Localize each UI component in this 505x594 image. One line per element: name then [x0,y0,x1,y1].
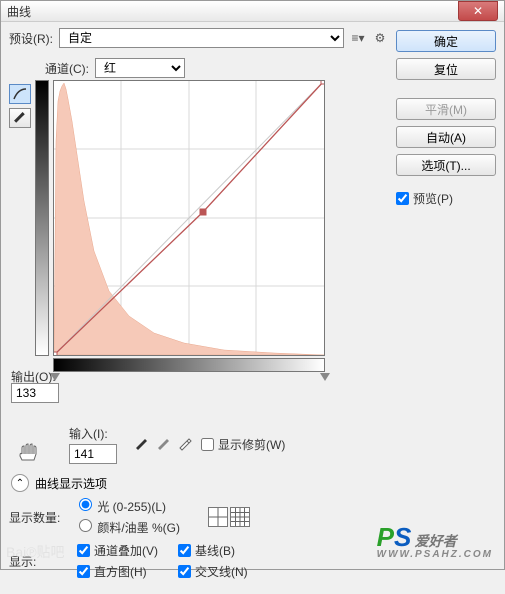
preview-checkbox[interactable]: 预览(P) [396,190,496,207]
curve-options-label: 曲线显示选项 [35,475,107,492]
preset-row: 预设(R): 自定 ≡▾ ⚙ [9,28,388,48]
light-radio[interactable]: 光 (0-255)(L) [79,498,180,515]
curves-dialog: 曲线 ✕ 预设(R): 自定 ≡▾ ⚙ 通道(C): 红 [0,0,505,570]
black-eyedropper-icon[interactable] [133,435,149,454]
curve-options-expander[interactable]: ⌃ 曲线显示选项 [11,474,388,492]
show-amount-label: 显示数量: [9,509,71,526]
channel-select[interactable]: 红 [95,58,185,78]
options-button[interactable]: 选项(T)... [396,154,496,176]
left-panel: 预设(R): 自定 ≡▾ ⚙ 通道(C): 红 [9,28,388,586]
grid-coarse-button[interactable] [208,507,228,527]
close-button[interactable]: ✕ [458,1,498,21]
gray-eyedropper-icon[interactable] [155,435,171,454]
graph-wrap [35,80,388,370]
preview-input[interactable] [396,192,409,205]
curve-icon [13,88,27,100]
show-row: 显示: 通道叠加(V) 基线(B) 直方图(H) 交叉线(N) [9,542,388,580]
output-input[interactable] [11,383,59,403]
pencil-icon [13,111,27,125]
channel-row: 通道(C): 红 [45,58,388,78]
channel-label: 通道(C): [45,60,89,77]
right-panel: 确定 复位 平滑(M) 自动(A) 选项(T)... 预览(P) [396,28,496,586]
show-clipping-checkbox[interactable]: 显示修剪(W) [201,436,285,453]
show-clipping-label: 显示修剪(W) [218,436,285,453]
crossline-checkbox[interactable]: 交叉线(N) [178,563,248,580]
output-gradient [35,80,49,356]
baseline-checkbox[interactable]: 基线(B) [178,542,248,559]
baidu-watermark: Bai℗贴吧 [6,542,65,562]
white-slider[interactable] [320,373,330,381]
reset-button[interactable]: 复位 [396,58,496,80]
pencil-tool-button[interactable] [9,108,31,128]
hand-tool-button[interactable] [18,442,40,465]
graph-area [9,80,388,370]
smooth-button[interactable]: 平滑(M) [396,98,496,120]
titlebar: 曲线 ✕ [1,1,504,22]
eyedroppers [133,435,193,454]
hand-icon [18,442,40,462]
black-slider[interactable] [50,373,60,381]
preset-select[interactable]: 自定 [59,28,344,48]
auto-button[interactable]: 自动(A) [396,126,496,148]
preset-menu-icon[interactable]: ≡▾ [350,30,366,46]
input-label: 输入(I): [69,425,108,442]
white-eyedropper-icon[interactable] [177,435,193,454]
grid-fine-button[interactable] [230,507,250,527]
input-gradient [53,358,325,372]
channel-overlay-checkbox[interactable]: 通道叠加(V) [77,542,158,559]
input-row: 输入(I): 显示修剪(W) [69,425,388,464]
input-input[interactable] [69,444,117,464]
graph-box [35,80,325,370]
ok-button[interactable]: 确定 [396,30,496,52]
graph-tools [9,80,35,370]
output-value-row [11,383,388,403]
dialog-body: 预设(R): 自定 ≡▾ ⚙ 通道(C): 红 [1,22,504,594]
curve-point-mid [200,209,206,215]
watermark-logo: PS 爱好者 WWW.PSAHZ.COM [377,522,493,560]
curves-plot[interactable] [53,80,325,356]
curve-tool-button[interactable] [9,84,31,104]
pigment-radio[interactable]: 颜料/油墨 %(G) [79,519,180,536]
dialog-title: 曲线 [7,3,458,20]
gear-icon[interactable]: ⚙ [372,30,388,46]
show-clipping-input[interactable] [201,438,214,451]
show-amount-row: 显示数量: 光 (0-255)(L) 颜料/油墨 %(G) [9,498,388,536]
histogram-checkbox[interactable]: 直方图(H) [77,563,158,580]
chevron-icon: ⌃ [11,474,29,492]
grid-size-buttons [208,507,250,527]
preset-label: 预设(R): [9,30,53,47]
